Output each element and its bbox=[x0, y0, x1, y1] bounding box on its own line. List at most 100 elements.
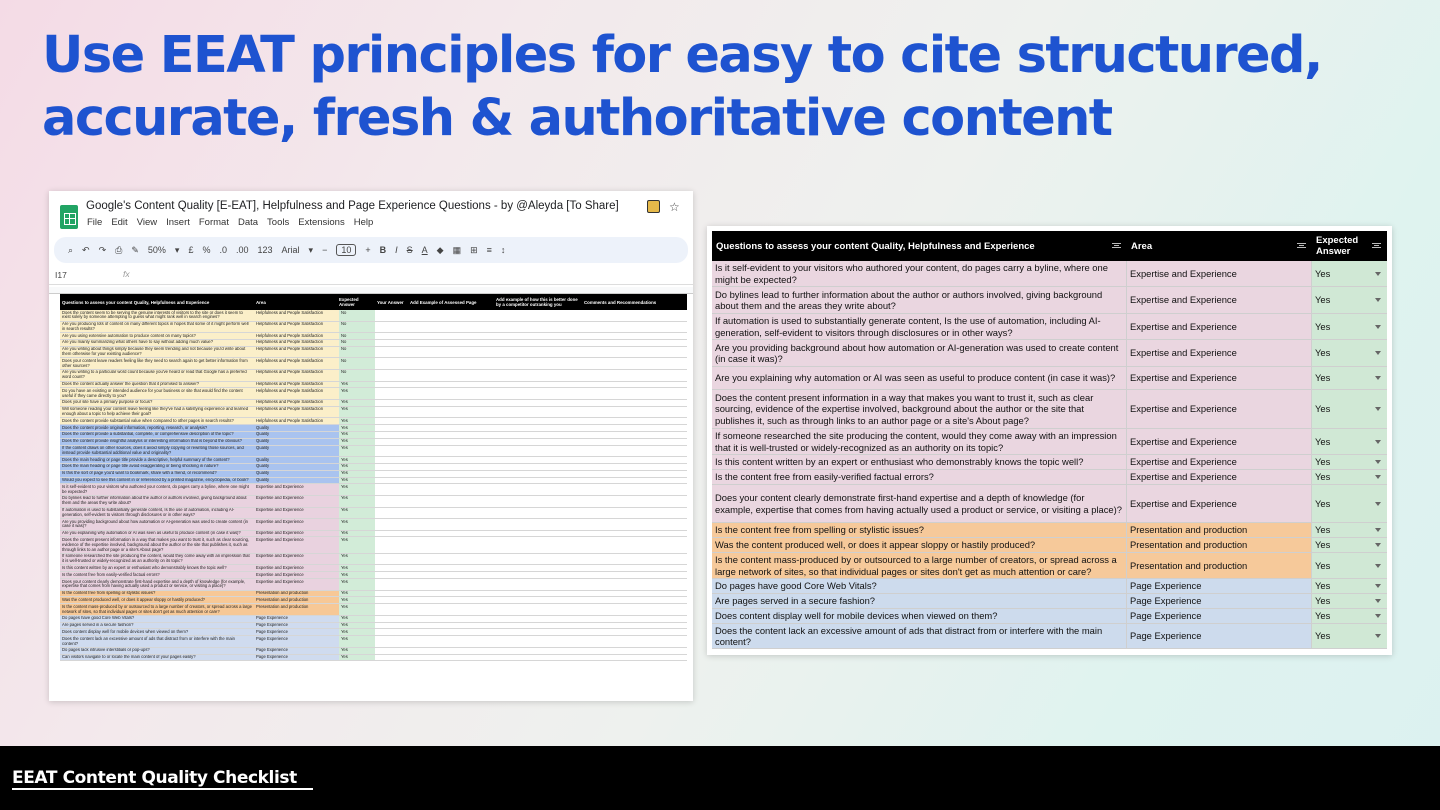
sheet-cell[interactable] bbox=[375, 471, 408, 477]
sheet-cell[interactable]: Do pages lack intrusive interstitials or… bbox=[60, 647, 254, 654]
sheet-cell[interactable] bbox=[375, 340, 408, 346]
question-cell[interactable]: Do pages have good Core Web Vitals? bbox=[712, 579, 1127, 593]
expected-answer-dropdown[interactable]: Yes bbox=[1312, 340, 1387, 366]
sheet-cell[interactable] bbox=[494, 496, 582, 507]
table-row[interactable]: Is this the sort of page you'd want to b… bbox=[60, 470, 687, 478]
table-row[interactable]: Is the content free from easily-verified… bbox=[712, 470, 1387, 485]
sheet-cell[interactable] bbox=[408, 531, 494, 537]
table-row[interactable]: Is it self-evident to your visitors who … bbox=[712, 261, 1387, 287]
sheet-cell[interactable] bbox=[582, 565, 687, 571]
sheet-cell[interactable] bbox=[375, 464, 408, 470]
sheet-cell[interactable]: Does the content provide substantial val… bbox=[60, 418, 254, 425]
sheet-cell[interactable]: Does the content present information in … bbox=[60, 537, 254, 553]
dropdown-arrow-icon[interactable] bbox=[1375, 475, 1381, 479]
sheet-cell[interactable]: Expertise and Experience bbox=[254, 537, 339, 553]
valign-icon[interactable]: ↕ bbox=[501, 245, 506, 255]
sheet-cell[interactable]: Does the content provide original inform… bbox=[60, 425, 254, 431]
sheet-cell[interactable] bbox=[375, 655, 408, 661]
table-row[interactable]: Are pages served in a secure fashion? Pag… bbox=[60, 622, 687, 630]
question-cell[interactable]: Does the content present information in … bbox=[712, 390, 1127, 428]
header-question[interactable]: Questions to assess your content Quality… bbox=[712, 231, 1127, 261]
sheet-cell[interactable] bbox=[494, 425, 582, 431]
sheet-cell[interactable] bbox=[408, 310, 494, 321]
sheet-cell[interactable] bbox=[375, 418, 408, 424]
table-row[interactable]: Do bylines lead to further information a… bbox=[712, 287, 1387, 314]
sheet-cell[interactable] bbox=[408, 333, 494, 339]
sheet-cell[interactable]: Quality bbox=[254, 463, 339, 470]
menu-file[interactable]: File bbox=[87, 217, 102, 228]
italic-icon[interactable]: I bbox=[395, 245, 398, 255]
borders-icon[interactable]: ▦ bbox=[453, 245, 462, 256]
chevron-down-icon[interactable]: ▾ bbox=[309, 245, 314, 256]
sheet-cell[interactable]: Are you writing to a particular word cou… bbox=[60, 369, 254, 381]
sheet-cell[interactable]: No bbox=[339, 321, 375, 333]
sheet-cell[interactable]: Helpfulness and People Satisfaction bbox=[254, 381, 339, 388]
sheet-cell[interactable] bbox=[582, 591, 687, 597]
dropdown-arrow-icon[interactable] bbox=[1375, 584, 1381, 588]
sheet-cell[interactable]: Is the content free from easily-verified… bbox=[60, 572, 254, 579]
sheet-cell[interactable]: Quality bbox=[254, 457, 339, 463]
sheet-cell[interactable] bbox=[375, 604, 408, 615]
sheet-cell[interactable]: Yes bbox=[339, 388, 375, 399]
align-icon[interactable]: ≡ bbox=[487, 245, 492, 255]
menu-edit[interactable]: Edit bbox=[111, 217, 127, 228]
dropdown-arrow-icon[interactable] bbox=[1375, 324, 1381, 329]
sheet-cell[interactable] bbox=[494, 519, 582, 530]
sheet-cell[interactable] bbox=[408, 418, 494, 424]
sheet-cell[interactable] bbox=[375, 508, 408, 519]
table-row[interactable]: Are you explaining why automation or AI … bbox=[60, 530, 687, 538]
sheet-cell[interactable]: Yes bbox=[339, 530, 375, 537]
sheet-cell[interactable]: Helpfulness and People Satisfaction bbox=[254, 310, 339, 321]
question-cell[interactable]: Is the content mass-produced by or outso… bbox=[712, 553, 1127, 578]
area-cell[interactable]: Expertise and Experience bbox=[1127, 340, 1312, 366]
sheet-cell[interactable] bbox=[494, 537, 582, 552]
table-row[interactable]: Does content display well for mobile dev… bbox=[712, 609, 1387, 624]
expected-answer-dropdown[interactable]: Yes bbox=[1312, 367, 1387, 389]
sheet-cell[interactable]: No bbox=[339, 333, 375, 339]
sheet-cell[interactable]: Does the content actually answer the que… bbox=[60, 381, 254, 388]
fill-color-icon[interactable]: ◆ bbox=[437, 245, 444, 256]
sheet-cell[interactable]: Expertise and Experience bbox=[254, 519, 339, 530]
table-row[interactable]: Are you providing background about how a… bbox=[60, 519, 687, 531]
sheet-cell[interactable] bbox=[375, 616, 408, 622]
area-cell[interactable]: Expertise and Experience bbox=[1127, 367, 1312, 389]
decrease-decimal-icon[interactable]: .0 bbox=[219, 245, 227, 255]
sheet-cell[interactable]: Page Experience bbox=[254, 654, 339, 661]
sheet-cell[interactable] bbox=[375, 579, 408, 590]
question-cell[interactable]: Are you explaining why automation or AI … bbox=[712, 367, 1127, 389]
sheet-cell[interactable] bbox=[494, 478, 582, 484]
expected-answer-dropdown[interactable]: Yes bbox=[1312, 553, 1387, 578]
sheet-cell[interactable]: Helpfulness and People Satisfaction bbox=[254, 369, 339, 381]
sheet-cell[interactable]: Yes bbox=[339, 445, 375, 457]
redo-icon[interactable]: ↷ bbox=[99, 245, 107, 256]
table-row[interactable]: Does your content leave readers feeling … bbox=[60, 358, 687, 370]
sheet-cell[interactable] bbox=[582, 496, 687, 507]
table-row[interactable]: Does your site have a primary purpose or… bbox=[60, 399, 687, 407]
strikethrough-icon[interactable]: S bbox=[407, 245, 413, 255]
sheet-cell[interactable] bbox=[582, 370, 687, 381]
sheet-cell[interactable]: Yes bbox=[339, 597, 375, 604]
expected-answer-dropdown[interactable]: Yes bbox=[1312, 609, 1387, 623]
table-row[interactable]: Does the content provide a substantial, … bbox=[60, 431, 687, 439]
sheet-cell[interactable] bbox=[582, 537, 687, 552]
sheet-cell[interactable]: Yes bbox=[339, 565, 375, 572]
sheet-cell[interactable]: Yes bbox=[339, 381, 375, 388]
menu-help[interactable]: Help bbox=[354, 217, 374, 228]
sheet-cell[interactable]: Yes bbox=[339, 406, 375, 418]
sheet-cell[interactable]: Expertise and Experience bbox=[254, 572, 339, 579]
table-row[interactable]: Do pages lack intrusive interstitials or… bbox=[60, 647, 687, 655]
sheet-cell[interactable]: Yes bbox=[339, 604, 375, 615]
expected-answer-dropdown[interactable]: Yes bbox=[1312, 261, 1387, 286]
sheet-cell[interactable] bbox=[494, 604, 582, 615]
sheet-cell[interactable]: Yes bbox=[339, 470, 375, 477]
table-row[interactable]: If the content draws on other sources, d… bbox=[60, 445, 687, 458]
font-select[interactable]: Arial bbox=[282, 245, 300, 255]
sheet-cell[interactable]: Does the content seem to be serving the … bbox=[60, 310, 254, 321]
sheet-cell[interactable] bbox=[494, 648, 582, 654]
sheet-cell[interactable]: Expertise and Experience bbox=[254, 484, 339, 495]
area-cell[interactable]: Expertise and Experience bbox=[1127, 429, 1312, 454]
sheet-cell[interactable]: Helpfulness and People Satisfaction bbox=[254, 406, 339, 418]
sheet-cell[interactable] bbox=[375, 648, 408, 654]
sheet-cell[interactable] bbox=[582, 340, 687, 346]
sheet-cell[interactable]: Presentation and production bbox=[254, 604, 339, 615]
